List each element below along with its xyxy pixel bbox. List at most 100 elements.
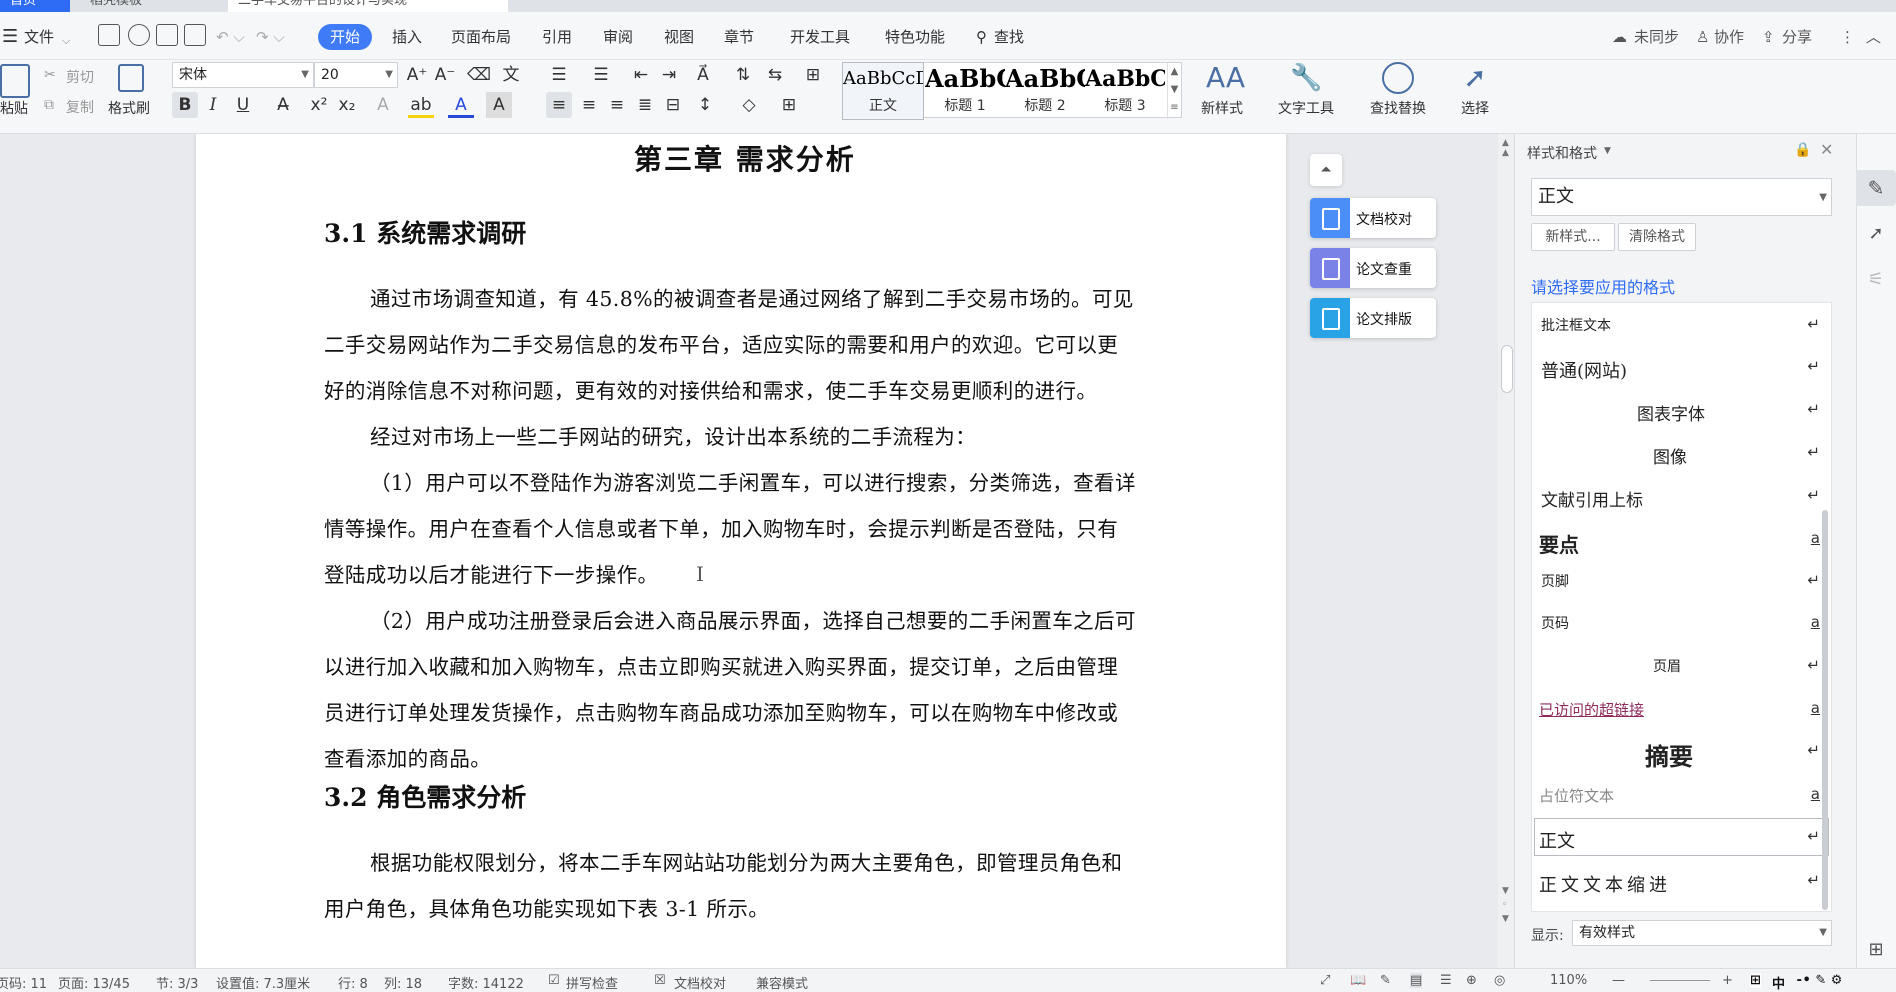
current-style-select[interactable]: 正文 ▼ [1531,178,1832,216]
style-heading-3[interactable]: AaBbC 标题 3 [1085,63,1165,119]
menu-chapter[interactable]: 章节 [724,26,754,48]
text-tools-button[interactable]: 🔧 文字工具 [1270,62,1342,118]
select-button[interactable]: ➚ 选择 [1450,62,1500,118]
page-view-icon[interactable]: ▤ [1410,973,1423,988]
font-name-select[interactable]: 宋体 ▼ [172,62,314,88]
status-row[interactable]: 行: 8 [338,973,368,992]
scroll-page-icons[interactable]: ▼ ◦ ▼ [1502,884,1509,926]
bold-button[interactable]: B [172,92,198,118]
paste-button[interactable]: 粘贴 [0,98,28,118]
format-painter-button[interactable]: 格式刷 [108,98,150,118]
scissors-icon[interactable]: ✂ [44,67,56,83]
collapse-float-icon[interactable]: ⏶ [1310,154,1342,186]
tab-current-document[interactable]: 二手车交易平台的设计与实现 [228,0,508,12]
adjust-icon[interactable]: ⚟ [1856,262,1896,298]
style-item[interactable]: 已访问的超链接 a [1533,689,1830,729]
font-color-icon[interactable]: A [448,92,474,118]
outline-view-icon[interactable]: ☰ [1440,973,1452,988]
new-style-button[interactable]: AA 新样式 [1190,62,1254,118]
sort-icon[interactable]: ⇅ [730,62,756,88]
collab-button[interactable]: 协作 [1714,26,1744,48]
scroll-up-icon[interactable]: ▲ ▲ [1502,138,1509,158]
status-proof[interactable]: 文档校对 [674,973,726,992]
font-size-select[interactable]: 20 ▼ [314,62,398,88]
select-cursor-icon[interactable]: ➚ [1856,216,1896,252]
sync-status[interactable]: 未同步 [1634,26,1679,48]
lock-icon[interactable]: 🔒 [1794,142,1811,158]
ime-settings-icon[interactable]: ⁃• ✎ ⚙ [1796,973,1842,988]
align-center-icon[interactable]: ≡ [576,92,602,118]
chevron-down-icon[interactable]: ▼ [1604,146,1611,156]
gallery-scroll-icon[interactable]: ▲ ▼ ≡ [1167,63,1181,119]
text-effect-icon[interactable]: A [370,92,396,118]
fullscreen-icon[interactable]: ⤢ [1320,973,1330,988]
style-item[interactable]: 批注框文本 ↵ [1533,305,1830,345]
spell-check-icon[interactable]: ☑ [548,973,560,988]
tab-template[interactable]: 稻壳模板 [80,0,220,12]
redo-icon[interactable]: ↷ ⌵ [256,26,285,48]
paragraph-spacing-icon[interactable]: ⇆ [762,62,788,88]
decrease-indent-icon[interactable]: ⇤ [628,62,654,88]
ime-mode[interactable]: 中 [1772,973,1785,992]
style-item-selected[interactable]: 正文 ↵ [1533,817,1830,857]
shading-icon[interactable]: ◇ [736,92,762,118]
zoom-level[interactable]: 110% [1550,973,1587,988]
menu-search[interactable]: 查找 [994,26,1024,48]
status-col[interactable]: 列: 18 [384,973,422,992]
menu-special[interactable]: 特色功能 [885,26,945,48]
float-plagiarism-button[interactable]: 论文查重 [1310,248,1436,288]
status-page-code[interactable]: 页码: 11 [0,973,47,992]
style-normal[interactable]: AaBbCcDd 正文 [842,62,924,120]
style-item[interactable]: 页码 a [1533,603,1830,643]
menu-view[interactable]: 视图 [664,26,694,48]
cut-button[interactable]: 剪切 [66,67,94,87]
numbered-list-icon[interactable]: ☰ [588,62,614,88]
style-list-scrollbar[interactable] [1822,510,1828,910]
hamburger-icon[interactable]: ☰ [2,26,18,48]
print-icon[interactable] [156,24,178,46]
superscript-icon[interactable]: x² [306,92,332,118]
float-proofread-button[interactable]: 文档校对 [1310,198,1436,238]
line-spacing-icon[interactable]: ↕ [692,92,718,118]
format-painter-icon[interactable] [118,64,144,92]
share-icon[interactable]: ⇪ [1762,26,1775,48]
style-pen-icon[interactable]: ✎ [1856,170,1896,206]
edit-mode-icon[interactable]: ✎ [1380,973,1391,988]
shrink-font-icon[interactable]: A⁻ [432,62,458,88]
subscript-icon[interactable]: x₂ [334,92,360,118]
style-item[interactable]: 摘要 ↵ [1533,731,1830,771]
grow-font-icon[interactable]: A⁺ [404,62,430,88]
clear-format-icon[interactable]: ⌫ [466,62,492,88]
zoom-slider[interactable] [1650,980,1710,981]
underline-button[interactable]: U [230,92,256,118]
undo-icon[interactable]: ↶ ⌵ [216,26,245,48]
status-section[interactable]: 节: 3/3 [156,973,198,992]
zoom-out-icon[interactable]: — [1612,973,1625,988]
table-border-icon[interactable]: ⊞ [776,92,802,118]
distribute-icon[interactable]: ⊟ [660,92,686,118]
style-item[interactable]: 占位符文本 a [1533,775,1830,815]
style-item[interactable]: 普通(网站) ↵ [1533,347,1830,387]
read-mode-icon[interactable]: 📖 [1350,973,1366,988]
proof-icon[interactable]: ☒ [654,973,666,988]
close-icon[interactable]: ✕ [1820,140,1833,159]
paste-icon[interactable] [0,64,30,98]
find-replace-button[interactable]: 查找替换 [1362,62,1434,118]
eye-protect-icon[interactable]: ◎ [1494,973,1505,988]
float-layout-button[interactable]: 论文排版 [1310,298,1436,338]
border-icon[interactable]: ⊞ [800,62,826,88]
style-item[interactable]: 要点 a [1533,519,1830,559]
menu-insert[interactable]: 插入 [392,26,422,48]
new-style-pane-button[interactable]: 新样式... [1531,223,1615,251]
show-filter-select[interactable]: 有效样式 ▼ [1572,920,1832,946]
style-item[interactable]: 正文文本缩进 ↵ [1533,861,1830,901]
share-button[interactable]: 分享 [1782,26,1812,48]
italic-button[interactable]: I [200,92,226,118]
zoom-in-icon[interactable]: + [1722,973,1733,988]
status-spell-check[interactable]: 拼写检查 [566,973,618,992]
menu-references[interactable]: 引用 [542,26,572,48]
align-left-icon[interactable]: ≡ [546,92,572,118]
chevron-down-icon[interactable]: ⌵ [62,30,70,52]
print-preview-icon[interactable] [184,24,206,46]
clear-format-button[interactable]: 清除格式 [1618,223,1696,251]
